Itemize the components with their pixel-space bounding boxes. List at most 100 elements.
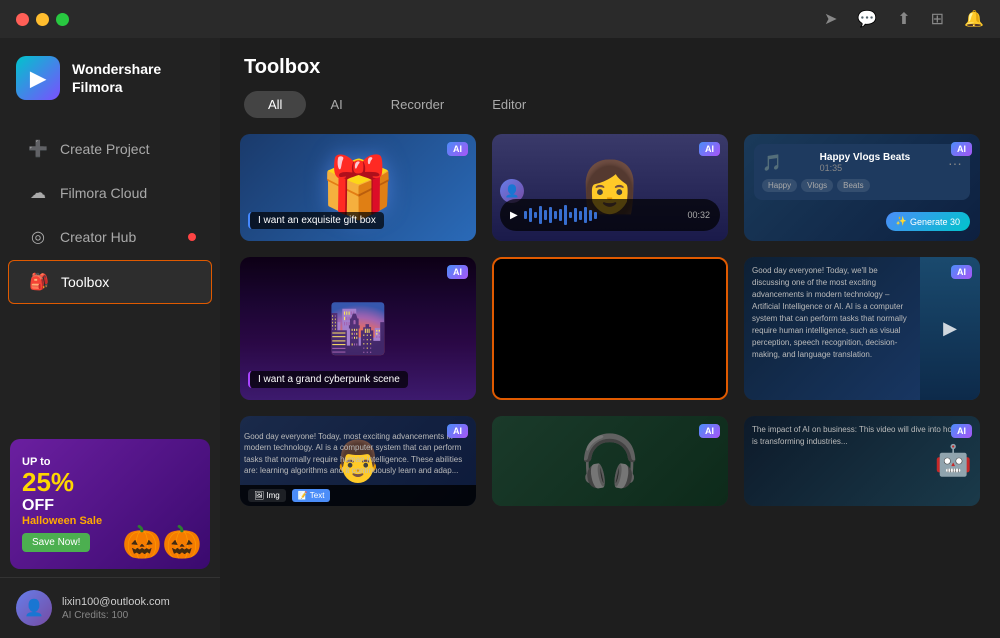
t2v-video-panel: ▶ — [920, 257, 980, 400]
music-track-title: Happy Vlogs Beats — [820, 152, 911, 163]
voice-waveform-overlay: ▶ — [500, 199, 720, 231]
maximize-button[interactable] — [56, 13, 69, 26]
ai-music-thumbnail: 🎵 Happy Vlogs Beats 01:35 ··· Happy Vlog… — [744, 134, 980, 241]
create-project-label: Create Project — [60, 141, 149, 157]
waveform-bar — [559, 209, 562, 221]
filmora-cloud-label: Filmora Cloud — [60, 185, 147, 201]
create-project-icon: ➕ — [28, 139, 48, 159]
promo-save-button[interactable]: Save Now! — [22, 533, 90, 552]
user-avatar: 👤 — [16, 590, 52, 626]
tool-card-ai-voice-cloning[interactable]: 👩 👤 ▶ — [492, 134, 728, 241]
minimize-button[interactable] — [36, 13, 49, 26]
main-content: Toolbox All AI Recorder Editor 🎁 I want … — [220, 38, 1000, 638]
waveform-bar — [579, 211, 582, 220]
tool-card-ai-impact[interactable]: The impact of AI on business: This video… — [744, 416, 980, 506]
filter-tab-editor[interactable]: Editor — [468, 91, 550, 118]
toolbox-grid: 🎁 I want an exquisite gift box AI AI Sti… — [220, 134, 1000, 638]
music-track-duration: 01:35 — [820, 163, 911, 173]
t2v-text-panel: Good day everyone! Today, we'll be discu… — [744, 257, 920, 400]
filter-tab-ai[interactable]: AI — [306, 91, 366, 118]
promo-percent: 25% — [22, 468, 198, 497]
tool-card-ai-music[interactable]: 🎵 Happy Vlogs Beats 01:35 ··· Happy Vlog… — [744, 134, 980, 241]
generate-button[interactable]: ✨ Generate 30 — [886, 212, 970, 231]
image-prompt-overlay: I want a grand cyberpunk scene — [248, 371, 408, 388]
page-title: Toolbox — [244, 56, 976, 79]
tool-card-screen-recorder[interactable]: Screen Recorder — [492, 257, 728, 400]
sidebar-item-create-project[interactable]: ➕ Create Project — [8, 128, 212, 170]
music-note-icon: 🎵 — [762, 153, 782, 173]
presenter-btn-1: 🖼 Img — [248, 489, 286, 502]
title-bar-actions: ➤ 💬 ⬆ ⊞ 🔔 — [824, 9, 984, 29]
content-header: Toolbox — [220, 38, 1000, 91]
tool-card-ai-sticker[interactable]: 🎁 I want an exquisite gift box AI AI Sti… — [240, 134, 476, 241]
podcast-person-icon: 🎧 — [579, 432, 641, 491]
screen-recorder-thumbnail — [494, 259, 726, 398]
presenter-btn-text: 📝 Text — [292, 489, 331, 502]
tool-card-ai-presenter[interactable]: 👨 Good day everyone! Today, most excitin… — [240, 416, 476, 506]
cloud-upload-icon[interactable]: ⬆ — [897, 9, 910, 29]
waveform-bar — [549, 207, 552, 223]
ai-t2v-thumbnail: Good day everyone! Today, we'll be discu… — [744, 257, 980, 400]
filter-tabs: All AI Recorder Editor — [220, 91, 1000, 118]
toolbox-icon: 🎒 — [29, 272, 49, 292]
generate-label: Generate 30 — [910, 217, 960, 227]
app-name: Wondershare Filmora — [72, 60, 161, 96]
creator-hub-badge — [188, 233, 196, 241]
ai-badge-music: AI — [951, 142, 972, 156]
music-tag-vlogs: Vlogs — [801, 179, 833, 192]
t2v-sample-text: Good day everyone! Today, we'll be discu… — [752, 266, 907, 359]
tool-card-ai-podcast[interactable]: 🎧 AI AI Podcast — [492, 416, 728, 506]
promo-banner[interactable]: UP to 25% OFF Halloween Sale Save Now! 🎃… — [10, 439, 210, 569]
voice-play-icon: ▶ — [510, 210, 518, 221]
toolbox-label: Toolbox — [61, 274, 109, 290]
grid-icon[interactable]: ⊞ — [931, 9, 944, 29]
bell-icon[interactable]: 🔔 — [964, 9, 984, 29]
music-title-row: 🎵 Happy Vlogs Beats 01:35 ··· — [762, 152, 962, 173]
ai-badge-voice: AI — [699, 142, 720, 156]
presenter-bottom-bar: 🖼 Img 📝 Text — [240, 485, 476, 506]
sidebar-item-creator-hub[interactable]: ◎ Creator Hub — [8, 216, 212, 258]
sticker-prompt-overlay: I want an exquisite gift box — [248, 212, 384, 229]
chat-icon[interactable]: 💬 — [857, 9, 877, 29]
waveform-bar — [544, 210, 547, 220]
tool-card-ai-image[interactable]: 🌆 I want a grand cyberpunk scene AI AI I… — [240, 257, 476, 400]
music-more-icon[interactable]: ··· — [948, 155, 962, 171]
promo-off: OFF — [22, 497, 198, 515]
sidebar-item-filmora-cloud[interactable]: ☁ Filmora Cloud — [8, 172, 212, 214]
close-button[interactable] — [16, 13, 29, 26]
waveform-bar — [534, 212, 537, 218]
waveform-bars — [524, 205, 682, 225]
waveform-bar — [574, 208, 577, 222]
filmora-cloud-icon: ☁ — [28, 183, 48, 203]
ai-badge-presenter: AI — [447, 424, 468, 438]
creator-hub-label: Creator Hub — [60, 229, 136, 245]
waveform-bar — [569, 212, 572, 218]
sidebar-item-toolbox[interactable]: 🎒 Toolbox — [8, 260, 212, 304]
waveform-bar — [529, 208, 532, 222]
waveform-bar — [594, 212, 597, 219]
waveform-bar — [564, 205, 567, 225]
music-card-inner: 🎵 Happy Vlogs Beats 01:35 ··· Happy Vlog… — [754, 144, 970, 200]
ai-badge-image: AI — [447, 265, 468, 279]
ai-impact-visual: 🤖 — [935, 444, 972, 479]
waveform-bar — [584, 207, 587, 223]
traffic-lights — [16, 13, 69, 26]
ai-badge-impact: AI — [951, 424, 972, 438]
ai-presenter-thumbnail: 👨 Good day everyone! Today, most excitin… — [240, 416, 476, 506]
ai-badge-podcast: AI — [699, 424, 720, 438]
user-credits: AI Credits: 100 — [62, 610, 204, 621]
filter-tab-all[interactable]: All — [244, 91, 306, 118]
tool-card-ai-text-to-video[interactable]: Good day everyone! Today, we'll be discu… — [744, 257, 980, 400]
music-tag-beats: Beats — [837, 179, 869, 192]
voice-duration: 00:32 — [687, 210, 710, 220]
ai-voice-thumbnail: 👩 👤 ▶ — [492, 134, 728, 241]
ai-impact-thumbnail: The impact of AI on business: This video… — [744, 416, 980, 506]
waveform-bar — [589, 210, 592, 221]
t2v-play-icon: ▶ — [943, 318, 957, 339]
ai-podcast-thumbnail: 🎧 AI — [492, 416, 728, 506]
send-icon[interactable]: ➤ — [824, 9, 837, 29]
promo-content: UP to 25% OFF Halloween Sale Save Now! — [10, 446, 210, 562]
sidebar: ▶ Wondershare Filmora ➕ Create Project ☁… — [0, 38, 220, 638]
filter-tab-recorder[interactable]: Recorder — [367, 91, 468, 118]
sidebar-navigation: ➕ Create Project ☁ Filmora Cloud ◎ Creat… — [0, 118, 220, 431]
